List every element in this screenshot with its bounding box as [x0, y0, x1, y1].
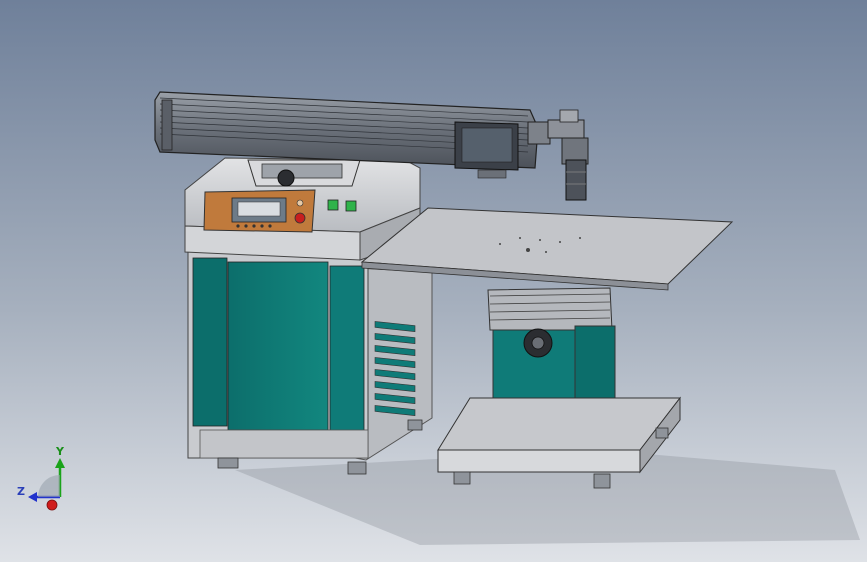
x-axis-icon	[46, 499, 58, 511]
emergency-stop-button[interactable]	[294, 212, 306, 224]
green-button-2[interactable]	[345, 200, 357, 212]
main-cabinet	[187, 251, 433, 475]
laser-head	[527, 109, 589, 201]
cad-viewport[interactable]: Y Z	[0, 0, 867, 562]
monitor	[454, 121, 519, 179]
laser-welding-machine-model	[28, 91, 860, 545]
green-button-1[interactable]	[327, 199, 339, 211]
control-panel	[203, 189, 316, 233]
adjust-knob[interactable]	[277, 169, 295, 187]
axis-triad	[28, 458, 65, 511]
z-axis-label: Z	[17, 485, 25, 498]
y-axis-label: Y	[56, 445, 64, 458]
monitor-screen	[461, 127, 513, 163]
